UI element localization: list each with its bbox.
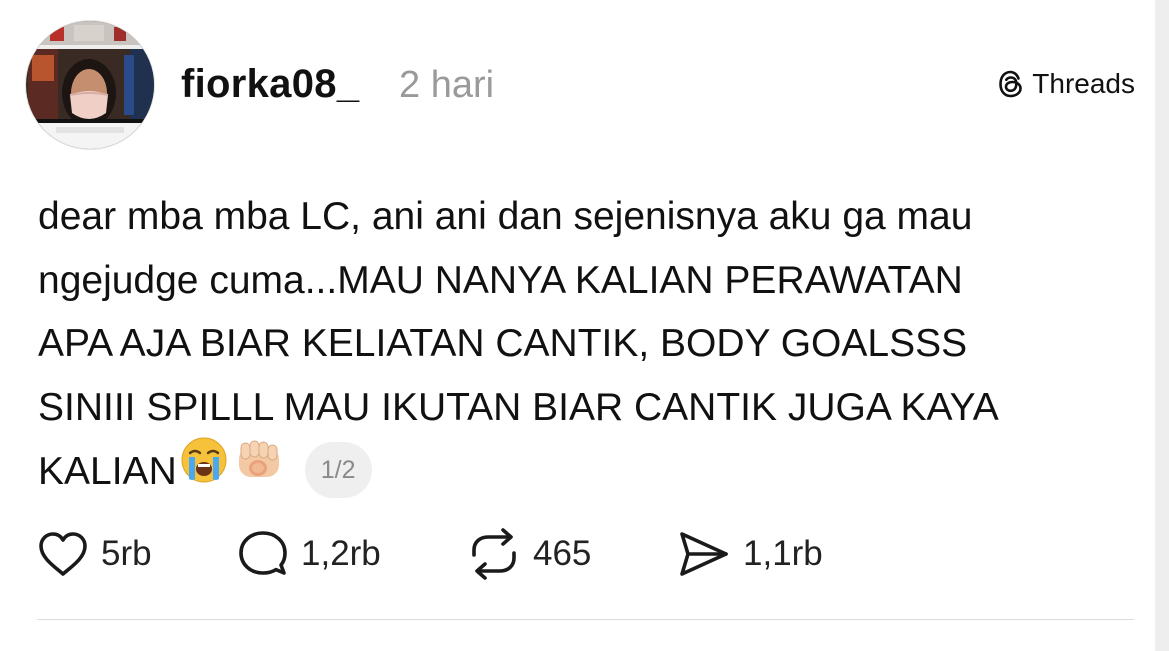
post-text-line: dear mba mba LC, ani ani dan sejenisnya … — [38, 195, 973, 238]
threads-brand-link[interactable]: Threads — [996, 66, 1135, 102]
avatar-photo — [26, 21, 154, 149]
post-text-line: KALIAN — [38, 450, 177, 494]
reply-count: 1,2rb — [301, 534, 381, 573]
brand-label: Threads — [1032, 68, 1135, 99]
scrollbar[interactable] — [1155, 0, 1169, 651]
username[interactable]: fiorka08_ — [181, 61, 359, 107]
thread-page-indicator: 1/2 — [304, 441, 372, 498]
comment-bubble-icon — [239, 531, 287, 575]
reply-button[interactable]: 1,2rb — [237, 527, 381, 581]
repost-arrows-icon — [472, 528, 516, 580]
loudly-crying-face-emoji — [179, 435, 229, 505]
post-text: dear mba mba LC, ani ani dan sejenisnya … — [38, 185, 1138, 509]
send-paper-plane-icon — [680, 532, 728, 576]
post-timestamp: 2 hari — [399, 64, 495, 106]
share-count: 1,1rb — [743, 534, 823, 573]
post-divider — [37, 619, 1134, 620]
like-button[interactable]: 5rb — [37, 527, 152, 581]
heart-icon — [39, 532, 87, 576]
backhand-index-pointing-at-viewer-emoji — [231, 435, 287, 505]
post-text-last-line: KALIAN 1/2 — [38, 437, 1138, 509]
post-text-line: ngejudge cuma...MAU NANYA KALIAN PERAWAT… — [38, 258, 963, 302]
avatar[interactable] — [25, 20, 155, 150]
repost-count: 465 — [533, 534, 592, 573]
post-text-line: SINIII SPILLL MAU IKUTAN BIAR CANTIK JUG… — [38, 385, 999, 429]
post-text-line: APA AJA BIAR KELIATAN CANTIK, BODY GOALS… — [38, 322, 968, 365]
share-button[interactable]: 1,1rb — [677, 527, 823, 581]
threads-logo-icon — [999, 70, 1023, 98]
repost-button[interactable]: 465 — [467, 527, 591, 581]
like-count: 5rb — [101, 534, 152, 573]
